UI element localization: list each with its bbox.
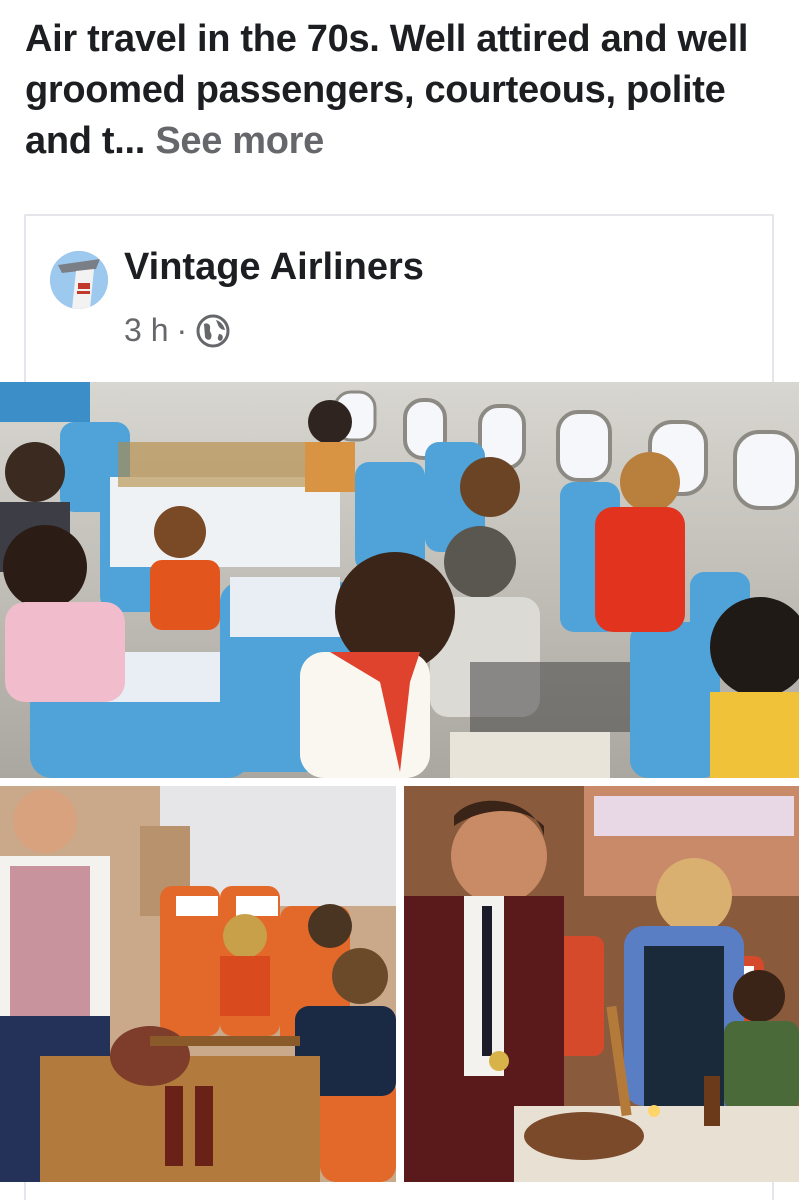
page-avatar[interactable] (50, 251, 108, 309)
post-meta: 3 h · (124, 312, 231, 349)
carving-photo-illustration (0, 786, 396, 1182)
post-timestamp[interactable]: 3 h (124, 312, 168, 349)
serving-photo-illustration (404, 786, 799, 1182)
see-more-link[interactable]: See more (155, 120, 324, 162)
airplane-tail-icon (50, 251, 108, 309)
page-name[interactable]: Vintage Airliners (124, 246, 424, 289)
globe-icon[interactable] (195, 313, 231, 349)
meta-separator: · (176, 312, 188, 348)
shared-post-header: Vintage Airliners 3 h · (24, 214, 774, 384)
card-bottom-border (24, 1182, 774, 1200)
cabin-photo-illustration (0, 382, 799, 778)
steward-stewardess-serving-photo[interactable] (404, 786, 799, 1182)
post-text: Air travel in the 70s. Well attired and … (25, 14, 785, 167)
post-caption: Air travel in the 70s. Well attired and … (25, 18, 749, 162)
cabin-meal-service-photo[interactable] (0, 382, 799, 778)
steward-carving-photo[interactable] (0, 786, 396, 1182)
